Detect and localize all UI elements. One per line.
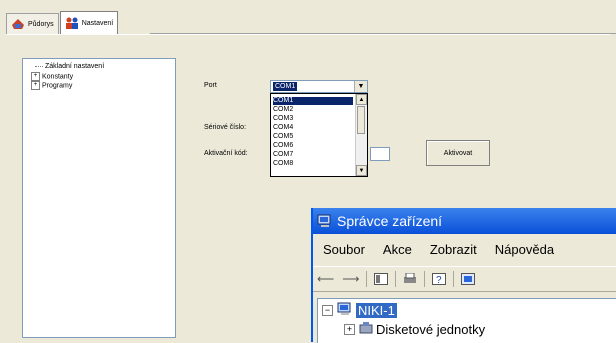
svg-text:?: ? <box>436 275 442 285</box>
port-dropdown-list[interactable]: COM1 COM2 COM3 COM4 COM5 COM6 COM7 COM8 … <box>270 93 368 177</box>
expand-icon[interactable]: + <box>31 72 40 81</box>
tree-item-programy[interactable]: + Programy <box>31 81 72 90</box>
menu-napoveda[interactable]: Nápověda <box>495 242 554 257</box>
menu-soubor[interactable]: Soubor <box>323 242 365 257</box>
port-option[interactable]: COM2 <box>273 106 293 114</box>
port-option[interactable]: COM6 <box>273 142 293 150</box>
device-tree[interactable]: − NIKI-1 + Disketové jednotky <box>317 298 616 343</box>
port-option[interactable]: COM1 <box>273 97 353 105</box>
floppy-node-label: Disketové jednotky <box>376 322 486 337</box>
toolbar: ⟵ ⟶ ? <box>313 266 616 292</box>
forward-icon[interactable]: ⟶ <box>342 272 359 286</box>
expand-icon[interactable]: + <box>31 81 40 90</box>
tab-nastaveni-label: Nastavení <box>81 19 114 27</box>
serial-label: Sériové číslo: <box>204 124 247 131</box>
tree-item-label: Programy <box>42 82 73 90</box>
floppy-drive-icon <box>359 321 373 338</box>
port-option[interactable]: COM5 <box>273 133 293 141</box>
settings-tree[interactable]: Základní nastavení + Konstanty + Programy <box>22 58 176 338</box>
floorplan-icon <box>11 17 25 31</box>
scroll-up-icon[interactable]: ▲ <box>356 94 367 105</box>
menu-zobrazit[interactable]: Zobrazit <box>430 242 477 257</box>
tree-item-zakladni[interactable]: Základní nastavení <box>35 63 104 70</box>
port-option[interactable]: COM3 <box>273 115 293 123</box>
collapse-icon[interactable]: − <box>322 305 333 316</box>
dropdown-arrow-icon[interactable]: ▼ <box>354 81 367 92</box>
port-combobox[interactable]: COM1 ▼ <box>270 80 368 93</box>
port-label: Port <box>204 82 217 89</box>
device-manager-titlebar[interactable]: Správce zařízení <box>313 208 616 234</box>
activation-code-input[interactable] <box>370 147 390 161</box>
tree-node-floppy[interactable]: + Disketové jednotky <box>344 321 485 338</box>
device-manager-title: Správce zařízení <box>337 213 443 229</box>
dropdown-scrollbar[interactable]: ▲ ▼ <box>355 94 367 176</box>
properties-icon[interactable] <box>374 273 389 285</box>
expand-icon[interactable]: + <box>344 324 355 335</box>
tree-item-label: Konstanty <box>42 73 74 81</box>
scroll-thumb[interactable] <box>357 106 365 134</box>
menu-akce[interactable]: Akce <box>383 242 412 257</box>
tree-item-label: Základní nastavení <box>45 63 105 70</box>
tab-pudorys-label: Půdorys <box>28 20 54 28</box>
toolbar-separator <box>453 271 455 287</box>
computer-node-label: NIKI-1 <box>356 303 397 318</box>
toolbar-separator <box>424 271 426 287</box>
activation-label: Aktivační kód: <box>204 150 248 157</box>
tree-item-konstanty[interactable]: + Konstanty <box>31 72 73 81</box>
computer-icon <box>337 302 353 319</box>
port-option[interactable]: COM4 <box>273 124 293 132</box>
tree-connector <box>35 65 43 67</box>
activate-button[interactable]: Aktivovat <box>426 140 490 166</box>
device-manager-window: Správce zařízení Soubor Akce Zobrazit Ná… <box>311 208 616 343</box>
port-option[interactable]: COM7 <box>273 151 293 159</box>
print-icon[interactable] <box>403 273 417 285</box>
port-option[interactable]: COM8 <box>273 160 293 168</box>
scan-hardware-icon[interactable] <box>461 273 476 285</box>
scroll-down-icon[interactable]: ▼ <box>356 165 367 176</box>
toolbar-separator <box>395 271 397 287</box>
port-selected-value: COM1 <box>273 82 298 91</box>
menu-bar: Soubor Akce Zobrazit Nápověda <box>313 238 562 260</box>
help-icon[interactable]: ? <box>432 273 447 285</box>
back-icon[interactable]: ⟵ <box>317 272 334 286</box>
tab-nastaveni[interactable]: Nastavení <box>59 11 119 34</box>
tab-pudorys[interactable]: Půdorys <box>6 13 59 34</box>
toolbar-separator <box>366 271 368 287</box>
settings-people-icon <box>65 16 79 30</box>
computer-icon <box>317 213 333 229</box>
tab-strip: Půdorys Nastavení <box>6 11 119 34</box>
tree-node-computer[interactable]: − NIKI-1 <box>322 302 397 319</box>
